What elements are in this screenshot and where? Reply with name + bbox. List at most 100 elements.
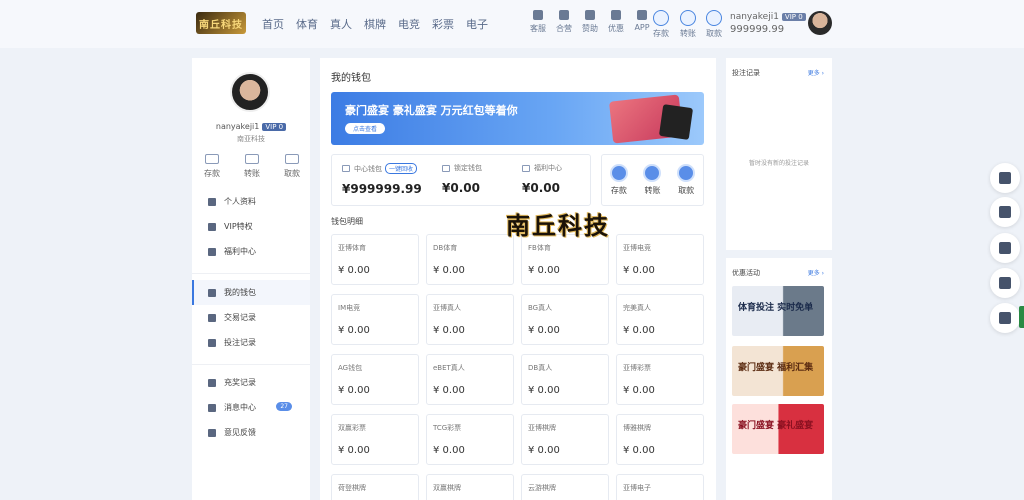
venue-wallet-card[interactable]: 亚博彩票 ¥ 0.00 [616, 354, 704, 405]
venue-wallet-card[interactable]: 完美真人 ¥ 0.00 [616, 294, 704, 345]
sidebar-item-feedback[interactable]: 意见反馈 [192, 420, 310, 445]
venue-balance: ¥ 0.00 [623, 385, 655, 396]
venue-name: 双赢棋牌 [433, 484, 461, 492]
bet-records-more-link[interactable]: 更多 › [808, 68, 824, 77]
tool-partner[interactable]: 合营 [554, 10, 574, 34]
nav-live[interactable]: 真人 [330, 16, 352, 32]
promotions-more-link[interactable]: 更多 › [808, 268, 824, 277]
venue-wallet-card[interactable]: BG真人 ¥ 0.00 [521, 294, 609, 345]
promotions-title: 优惠活动 [732, 269, 760, 277]
float-help-button[interactable] [990, 197, 1020, 227]
sidebar-subtitle: 南亚科技 [237, 135, 265, 143]
side-tab-handle[interactable] [1019, 306, 1024, 328]
header-user[interactable]: nanyakeji1 VIP 0 999999.99 [730, 12, 806, 35]
header-withdraw-button[interactable]: 取款 [706, 10, 722, 39]
sidebar-item-messages[interactable]: 消息中心 27 [192, 395, 310, 420]
venue-wallet-card[interactable]: TCG彩票 ¥ 0.00 [426, 414, 514, 465]
sidebar-item-profile[interactable]: 个人资料 [192, 189, 310, 214]
header-balance: 999999.99 [730, 24, 785, 35]
sidebar-item-rewards[interactable]: 充奖记录 [192, 370, 310, 395]
question-icon [999, 206, 1011, 218]
tool-support[interactable]: 客服 [528, 10, 548, 34]
venue-balance: ¥ 0.00 [528, 445, 560, 456]
venue-wallet-card[interactable]: 博雅棋牌 ¥ 0.00 [616, 414, 704, 465]
venue-balance: ¥ 0.00 [338, 385, 370, 396]
float-support-button[interactable] [990, 233, 1020, 263]
venue-wallet-card[interactable]: 云游棋牌 [521, 474, 609, 500]
venue-wallet-card[interactable]: 亚博真人 ¥ 0.00 [426, 294, 514, 345]
withdraw-button[interactable]: 取款 [677, 164, 696, 196]
sidebar-item-transactions[interactable]: 交易记录 [192, 305, 310, 330]
promo-banner[interactable]: 豪门盛宴 豪礼盛宴 万元红包等着你 点击查看 [331, 92, 704, 145]
avatar[interactable] [808, 11, 832, 35]
venue-name: 博雅棋牌 [623, 424, 651, 432]
venue-name: 双赢彩票 [338, 424, 366, 432]
deposit-icon [609, 164, 628, 182]
phone-icon [658, 104, 694, 140]
card-icon [285, 154, 299, 164]
nav-esports[interactable]: 电竞 [398, 16, 420, 32]
profile-avatar[interactable] [230, 72, 270, 112]
top-header: 南丘科技 首页 体育 真人 棋牌 电竞 彩票 电子 客服 合营 赞助 优惠 AP… [0, 0, 1024, 48]
venue-wallet-card[interactable]: 双赢棋牌 [426, 474, 514, 500]
venue-name: AG钱包 [338, 364, 363, 372]
tool-sponsor[interactable]: 赞助 [580, 10, 600, 34]
withdraw-icon [706, 10, 722, 26]
sidebar-menu-wallet: 我的钱包 交易记录 投注记录 [192, 280, 310, 355]
nav-slots[interactable]: 电子 [466, 16, 488, 32]
recycle-all-button[interactable]: 一键回收 [385, 163, 418, 174]
store-icon [999, 277, 1011, 289]
tool-promo[interactable]: 优惠 [606, 10, 626, 34]
divider [192, 273, 310, 274]
header-deposit-button[interactable]: 存款 [653, 10, 669, 39]
venue-wallet-card[interactable]: eBET真人 ¥ 0.00 [426, 354, 514, 405]
sidebar-deposit-button[interactable]: 存款 [204, 154, 220, 179]
venue-wallet-card[interactable]: 双赢彩票 ¥ 0.00 [331, 414, 419, 465]
venue-wallet-card[interactable]: 荷登棋牌 [331, 474, 419, 500]
venue-wallet-card[interactable]: 亚博电子 [616, 474, 704, 500]
venue-wallet-card[interactable]: AG钱包 ¥ 0.00 [331, 354, 419, 405]
venue-wallet-card[interactable]: IM电竞 ¥ 0.00 [331, 294, 419, 345]
float-shield-button[interactable] [990, 303, 1020, 333]
message-count-badge: 27 [276, 402, 292, 411]
promo-card[interactable]: 豪门盛宴 福利汇集 [732, 346, 824, 396]
transfer-button[interactable]: 转账 [643, 164, 662, 196]
sidebar-transfer-button[interactable]: 转账 [244, 154, 260, 179]
nav-cards[interactable]: 棋牌 [364, 16, 386, 32]
sidebar-item-welfare[interactable]: 福利中心 [192, 239, 310, 264]
float-edit-button[interactable] [990, 163, 1020, 193]
sidebar-item-vip[interactable]: VIP特权 [192, 214, 310, 239]
nav-home[interactable]: 首页 [262, 16, 284, 32]
shield-icon [999, 312, 1011, 324]
venue-wallet-card[interactable]: 亚博电竞 ¥ 0.00 [616, 234, 704, 285]
main-nav: 首页 体育 真人 棋牌 电竞 彩票 电子 [262, 16, 488, 32]
card-icon [677, 164, 696, 182]
bet-records-empty: 暂时没有新的投注记录 [748, 160, 809, 167]
venue-balance: ¥ 0.00 [433, 385, 465, 396]
deposit-button[interactable]: 存款 [609, 164, 628, 196]
tool-app[interactable]: APP [632, 10, 652, 34]
gift-icon [611, 10, 621, 20]
banner-view-button[interactable]: 点击查看 [345, 123, 386, 134]
wallet-locked-value: ¥0.00 [442, 181, 480, 195]
nav-sports[interactable]: 体育 [296, 16, 318, 32]
sidebar-withdraw-button[interactable]: 取款 [284, 154, 300, 179]
header-transfer-button[interactable]: 转账 [680, 10, 696, 39]
venue-name: DB真人 [528, 364, 553, 372]
site-logo[interactable]: 南丘科技 [196, 12, 246, 34]
headset-icon [533, 10, 543, 20]
promo-card[interactable]: 体育投注 实时免单 [732, 286, 824, 336]
sidebar-item-wallet[interactable]: 我的钱包 [192, 280, 310, 305]
sidebar-item-bets[interactable]: 投注记录 [192, 330, 310, 355]
nav-lottery[interactable]: 彩票 [432, 16, 454, 32]
venue-wallet-card[interactable]: DB真人 ¥ 0.00 [521, 354, 609, 405]
gift-icon [522, 164, 530, 172]
venue-wallet-card[interactable]: 亚博棋牌 ¥ 0.00 [521, 414, 609, 465]
venue-wallet-card[interactable]: 亚博体育 ¥ 0.00 [331, 234, 419, 285]
promo-card[interactable]: 豪门盛宴 豪礼盛宴 [732, 404, 824, 454]
venue-name: 亚博电竞 [623, 244, 651, 252]
handshake-icon [559, 10, 569, 20]
venue-name: 亚博电子 [623, 484, 651, 492]
float-store-button[interactable] [990, 268, 1020, 298]
bet-records-title: 投注记录 [732, 69, 760, 77]
